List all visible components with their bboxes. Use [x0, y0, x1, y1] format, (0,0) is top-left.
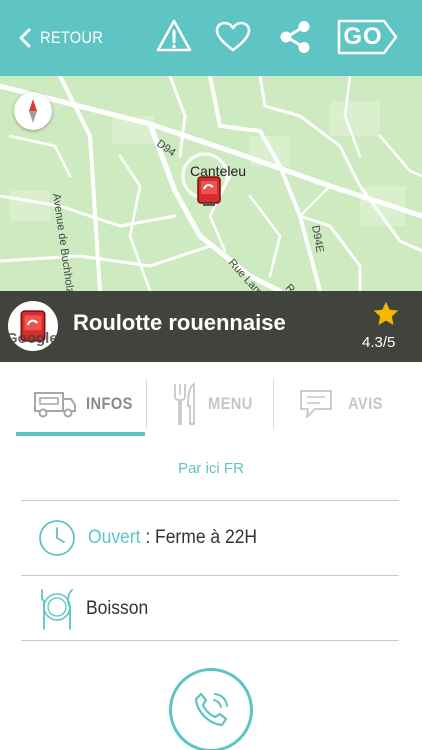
open-status: Ouvert — [88, 527, 141, 548]
tab-divider — [273, 379, 274, 429]
share-icon[interactable] — [278, 20, 312, 54]
opening-hours-row: Ouvert : Ferme à 22H — [38, 519, 272, 557]
tab-menu[interactable]: MENU — [172, 380, 260, 428]
venue-rating: 4.3/5 — [362, 334, 396, 351]
divider — [21, 500, 399, 501]
active-tab-indicator — [16, 432, 145, 436]
heart-icon[interactable] — [215, 21, 251, 53]
food-truck-icon — [34, 392, 76, 418]
go-button[interactable]: GO — [337, 19, 399, 55]
tab-menu-label: MENU — [208, 394, 253, 413]
opening-hours-text: Ouvert : Ferme à 22H — [88, 527, 257, 549]
chevron-left-icon — [19, 28, 31, 48]
divider — [21, 575, 399, 576]
clock-icon — [39, 520, 75, 556]
tab-avis-label: AVIS — [348, 394, 383, 413]
venue-title-band: Roulotte rouennaise 4.3/5 — [0, 291, 422, 362]
warning-icon[interactable] — [155, 18, 193, 54]
category-text: Boisson — [86, 598, 149, 619]
fork-knife-icon — [174, 382, 195, 425]
google-attribution: Google — [6, 330, 58, 347]
call-button[interactable] — [169, 668, 253, 750]
tab-divider — [146, 379, 147, 429]
map-pin-marker[interactable] — [197, 174, 221, 206]
top-app-bar: RETOUR GO — [0, 0, 422, 76]
map-view[interactable]: D94 Avenue de Buchholz D94E Rue Lamartin… — [0, 76, 422, 291]
compass-button[interactable] — [14, 92, 52, 130]
plate-cutlery-icon — [41, 589, 73, 630]
tab-bar: INFOS MENU AVIS — [0, 362, 422, 440]
venue-name: Roulotte rouennaise — [73, 310, 286, 335]
tab-infos-label: INFOS — [86, 394, 133, 413]
back-label: RETOUR — [40, 28, 104, 47]
website-link[interactable]: Par ici FR — [0, 460, 422, 477]
tab-infos[interactable]: INFOS — [33, 380, 140, 428]
speech-bubble-icon — [300, 390, 332, 418]
phone-icon — [194, 692, 228, 727]
star-icon — [373, 301, 399, 325]
divider — [21, 640, 399, 641]
compass-icon — [29, 99, 37, 123]
go-label: GO — [343, 23, 383, 50]
closing-time: : Ferme à 22H — [140, 527, 258, 548]
back-button[interactable]: RETOUR — [18, 22, 113, 54]
tab-avis[interactable]: AVIS — [298, 380, 388, 428]
category-row: Boisson — [38, 587, 154, 631]
